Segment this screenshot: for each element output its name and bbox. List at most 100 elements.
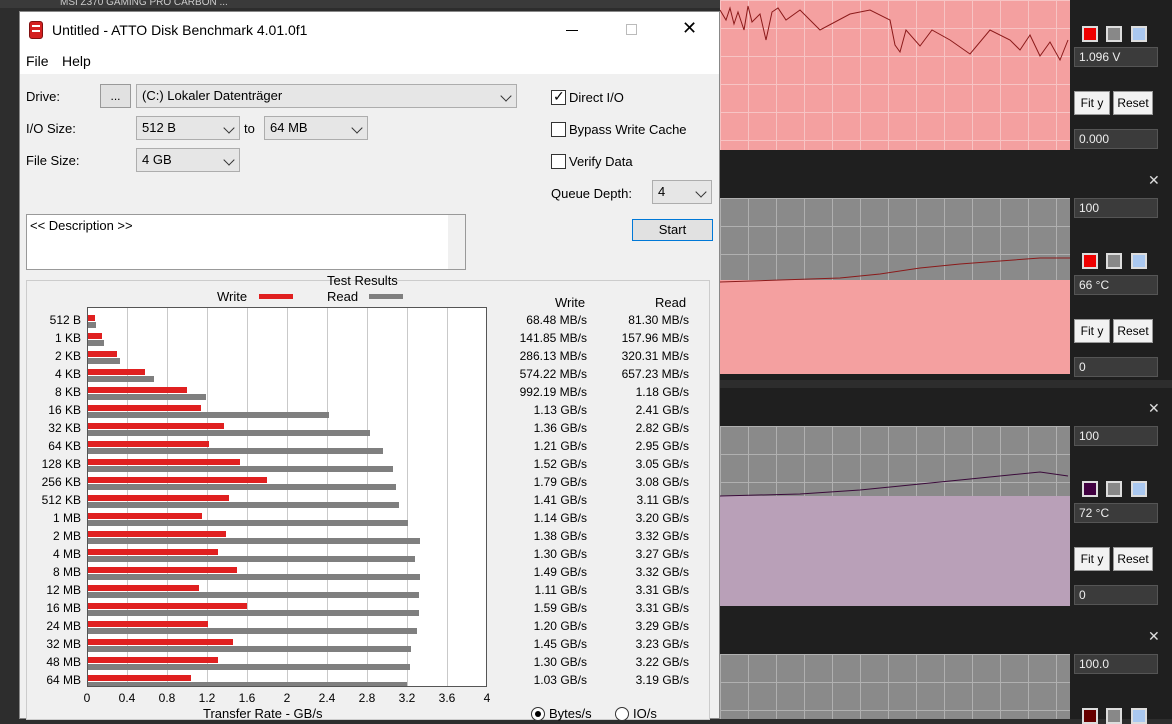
color-swatch[interactable] [1082, 26, 1098, 42]
verify-data-checkbox[interactable] [551, 154, 566, 169]
drive-select[interactable]: (C:) Lokaler Datenträger [136, 84, 517, 108]
read-value: 3.32 GB/s [635, 565, 689, 579]
fit-y-button[interactable]: Fit y [1074, 91, 1110, 115]
reset-button[interactable]: Reset [1113, 547, 1153, 571]
reset-button[interactable]: Reset [1113, 319, 1153, 343]
close-icon[interactable]: ✕ [1148, 400, 1160, 417]
category-label: 8 MB [52, 565, 81, 579]
drive-value: (C:) Lokaler Datenträger [142, 88, 283, 103]
panel3-max[interactable]: 100 [1074, 426, 1158, 446]
menu-file[interactable]: File [26, 53, 49, 69]
read-value: 3.31 GB/s [635, 601, 689, 615]
direct-io-checkbox[interactable]: ✓ [551, 88, 566, 105]
bypass-write-cache-label: Bypass Write Cache [569, 122, 687, 137]
queue-depth-select[interactable]: 4 [652, 180, 712, 204]
close-icon[interactable]: ✕ [1148, 172, 1160, 189]
close-icon[interactable]: ✕ [1148, 628, 1160, 645]
color-swatch[interactable] [1082, 481, 1098, 497]
read-value: 3.27 GB/s [635, 547, 689, 561]
color-swatch[interactable] [1131, 26, 1147, 42]
scrollbar[interactable] [448, 215, 465, 269]
menu-bar: File Help [20, 48, 719, 74]
to-label: to [244, 121, 255, 136]
panel3-value: 72 °C [1074, 503, 1158, 523]
fit-y-button[interactable]: Fit y [1074, 547, 1110, 571]
legend-read-label: Read [327, 289, 359, 304]
file-size-select[interactable]: 4 GB [136, 148, 240, 172]
read-bar [88, 502, 399, 508]
read-value: 2.41 GB/s [635, 403, 689, 417]
write-bar [88, 621, 208, 627]
panel2-max[interactable]: 100 [1074, 198, 1158, 218]
panel3-min[interactable]: 0 [1074, 585, 1158, 605]
write-bar [88, 315, 95, 321]
color-swatch[interactable] [1131, 481, 1147, 497]
temp2-trace [720, 471, 1069, 497]
panel1-value: 1.096 V [1074, 47, 1158, 67]
legend-write-swatch [259, 294, 293, 299]
panel4-max[interactable]: 100.0 [1074, 654, 1158, 674]
description-text: << Description >> [30, 218, 133, 233]
x-tick-label: 3.2 [398, 691, 416, 705]
color-swatch[interactable] [1082, 253, 1098, 269]
read-value: 2.82 GB/s [635, 421, 689, 435]
panel2-value: 66 °C [1074, 275, 1158, 295]
chevron-down-icon [223, 122, 235, 134]
write-bar [88, 495, 229, 501]
read-value: 3.31 GB/s [635, 583, 689, 597]
write-value: 1.59 GB/s [533, 601, 587, 615]
results-chart: Test Results Write Read Write Read 512 B… [26, 273, 710, 721]
voltage-graph [720, 0, 1070, 150]
write-value: 1.30 GB/s [533, 547, 587, 561]
write-bar [88, 423, 224, 429]
read-value: 3.29 GB/s [635, 619, 689, 633]
color-swatch[interactable] [1106, 253, 1122, 269]
write-value: 1.03 GB/s [533, 673, 587, 687]
color-swatch[interactable] [1106, 481, 1122, 497]
color-swatch[interactable] [1106, 708, 1122, 724]
read-bar [88, 628, 417, 634]
fit-y-button[interactable]: Fit y [1074, 319, 1110, 343]
read-value: 3.20 GB/s [635, 511, 689, 525]
x-tick-label: 0.4 [118, 691, 136, 705]
maximize-icon[interactable] [626, 24, 637, 35]
description-textarea[interactable]: << Description >> [26, 214, 466, 270]
title-bar: Untitled - ATTO Disk Benchmark 4.01.0f1 … [20, 12, 719, 48]
atto-window: Untitled - ATTO Disk Benchmark 4.01.0f1 … [19, 11, 720, 721]
io-size-from-select[interactable]: 512 B [136, 116, 240, 140]
minimize-icon[interactable] [566, 30, 578, 31]
category-label: 512 B [49, 313, 81, 327]
x-tick-label: 1.2 [198, 691, 216, 705]
category-label: 8 KB [54, 385, 81, 399]
color-swatch[interactable] [1082, 708, 1098, 724]
reset-button[interactable]: Reset [1113, 91, 1153, 115]
color-swatch[interactable] [1131, 708, 1147, 724]
column-read-header: Read [655, 295, 687, 310]
start-button[interactable]: Start [632, 219, 713, 241]
close-icon[interactable]: ✕ [682, 18, 697, 39]
x-tick-label: 0.8 [158, 691, 176, 705]
read-bar [88, 340, 104, 346]
io-size-to-select[interactable]: 64 MB [264, 116, 368, 140]
read-bar [88, 322, 97, 328]
file-size-label: File Size: [26, 153, 80, 168]
io-size-label: I/O Size: [26, 121, 76, 136]
read-value: 81.30 MB/s [628, 313, 689, 327]
category-label: 16 MB [46, 601, 81, 615]
write-value: 1.11 GB/s [534, 583, 587, 597]
color-swatch[interactable] [1106, 26, 1122, 42]
category-label: 512 KB [41, 493, 81, 507]
write-value: 992.19 MB/s [519, 385, 587, 399]
panel1-min[interactable]: 0.000 [1074, 129, 1158, 149]
menu-help[interactable]: Help [62, 53, 91, 69]
queue-depth-value: 4 [658, 184, 666, 199]
write-value: 1.21 GB/s [533, 439, 587, 453]
color-swatch[interactable] [1131, 253, 1147, 269]
browse-button[interactable]: ... [100, 84, 131, 108]
write-value: 1.14 GB/s [533, 511, 587, 525]
panel2-min[interactable]: 0 [1074, 357, 1158, 377]
app-icon [29, 21, 43, 39]
x-tick-label: 2.8 [358, 691, 376, 705]
bypass-write-cache-checkbox[interactable] [551, 122, 566, 137]
category-label: 256 KB [41, 475, 81, 489]
